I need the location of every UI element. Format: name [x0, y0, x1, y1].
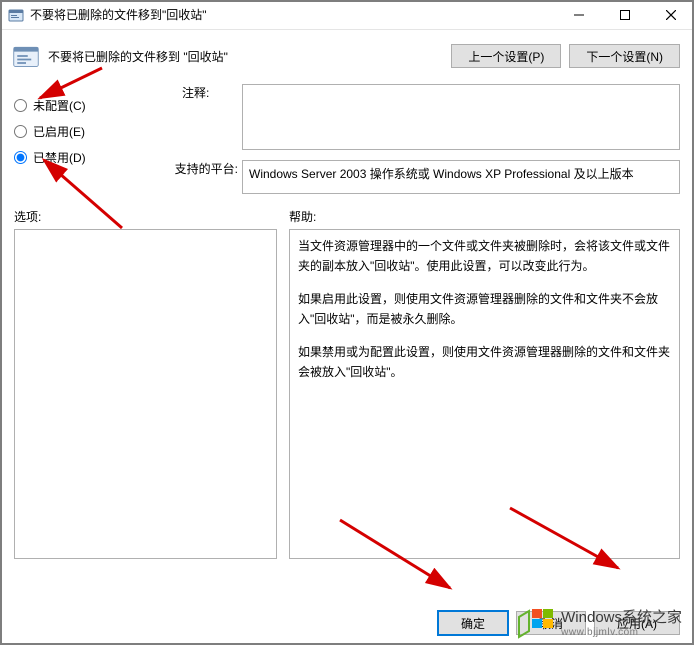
- header-row: 不要将已删除的文件移到 "回收站" 上一个设置(P) 下一个设置(N): [0, 30, 694, 80]
- help-label: 帮助:: [289, 208, 680, 225]
- apply-button[interactable]: 应用(A): [594, 611, 680, 635]
- dialog-footer: 确定 取消 应用(A): [438, 611, 680, 635]
- close-button[interactable]: [648, 0, 694, 30]
- config-grid: 未配置(C) 已启用(E) 已禁用(D) 注释: 支持的平台:: [0, 80, 694, 194]
- info-fields: 注释: 支持的平台:: [182, 84, 680, 194]
- titlebar: 不要将已删除的文件移到"回收站": [0, 0, 694, 30]
- previous-setting-button[interactable]: 上一个设置(P): [451, 44, 561, 68]
- radio-enabled[interactable]: 已启用(E): [14, 118, 174, 144]
- radio-not-configured-input[interactable]: [14, 99, 27, 112]
- help-paragraph-2: 如果启用此设置，则使用文件资源管理器删除的文件和文件夹不会放入"回收站"，而是被…: [298, 289, 671, 330]
- comment-label: 注释:: [182, 84, 238, 101]
- policy-icon: [10, 40, 42, 72]
- options-label: 选项:: [14, 208, 277, 225]
- options-panel: [14, 229, 277, 559]
- columns-header: 选项: 帮助:: [0, 194, 694, 229]
- window-title: 不要将已删除的文件移到"回收站": [30, 6, 207, 23]
- radio-disabled[interactable]: 已禁用(D): [14, 144, 174, 170]
- columns-body: 当文件资源管理器中的一个文件或文件夹被删除时，会将该文件或文件夹的副本放入"回收…: [0, 229, 694, 559]
- help-panel: 当文件资源管理器中的一个文件或文件夹被删除时，会将该文件或文件夹的副本放入"回收…: [289, 229, 680, 559]
- radio-not-configured-label: 未配置(C): [33, 97, 86, 114]
- minimize-button[interactable]: [556, 0, 602, 30]
- help-paragraph-3: 如果禁用或为配置此设置，则使用文件资源管理器删除的文件和文件夹会被放入"回收站"…: [298, 342, 671, 383]
- ok-button[interactable]: 确定: [438, 611, 508, 635]
- radio-not-configured[interactable]: 未配置(C): [14, 92, 174, 118]
- state-radio-group: 未配置(C) 已启用(E) 已禁用(D): [14, 84, 174, 194]
- app-icon: [8, 7, 24, 23]
- cancel-button[interactable]: 取消: [516, 611, 586, 635]
- comment-textarea[interactable]: [242, 84, 680, 150]
- policy-title: 不要将已删除的文件移到 "回收站": [48, 48, 228, 65]
- radio-enabled-label: 已启用(E): [33, 123, 85, 140]
- help-paragraph-1: 当文件资源管理器中的一个文件或文件夹被删除时，会将该文件或文件夹的副本放入"回收…: [298, 236, 671, 277]
- maximize-button[interactable]: [602, 0, 648, 30]
- radio-disabled-input[interactable]: [14, 151, 27, 164]
- platform-textarea[interactable]: [242, 160, 680, 194]
- next-setting-button[interactable]: 下一个设置(N): [569, 44, 680, 68]
- radio-disabled-label: 已禁用(D): [33, 149, 86, 166]
- radio-enabled-input[interactable]: [14, 125, 27, 138]
- platform-label: 支持的平台:: [166, 160, 238, 177]
